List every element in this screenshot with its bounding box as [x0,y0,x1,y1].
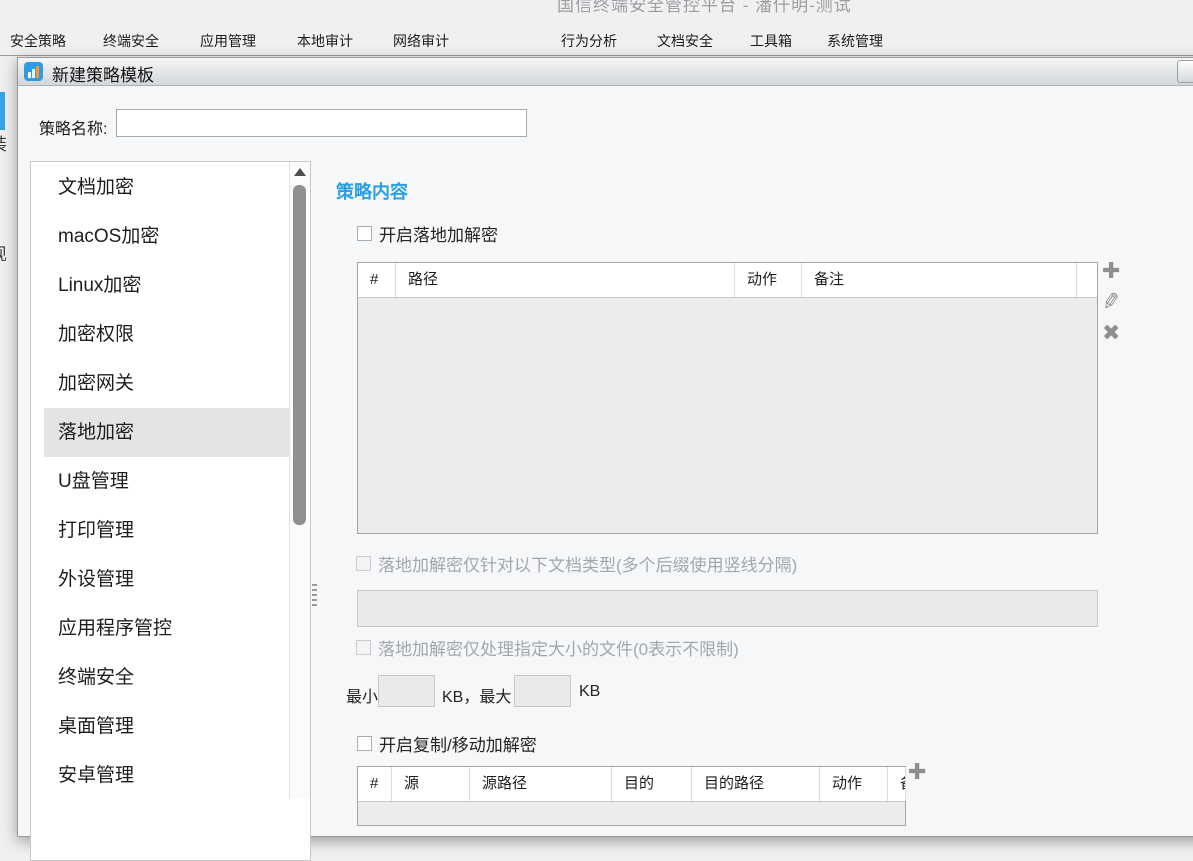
copymove-rules-table: #源源路径目的目的路径动作备注 [357,766,906,826]
column-header-3: 动作 [735,263,802,297]
screen: { "window": { "title": "国信终端安全管控平台 - 潘仟明… [0,0,1193,798]
table-header-row: #路径动作备注 [358,263,1097,298]
delete-icon[interactable] [1102,322,1128,348]
min-size-label: 最小 [346,683,378,707]
column-header-4: 目的 [612,767,692,801]
dialog-titlebar-button[interactable] [1177,60,1193,83]
min-size-input [378,675,435,707]
column-header-2: 源 [392,767,470,801]
checkbox-box [357,226,372,241]
sidebar-item-13[interactable]: 安卓管理 [44,751,301,800]
menu-item-3[interactable]: 应用管理 [200,31,256,51]
sidebar-item-7[interactable]: U盘管理 [44,457,301,506]
splitter-grip[interactable] [312,584,317,608]
sidebar-item-4[interactable]: 加密权限 [44,310,301,359]
sidebar-item-10[interactable]: 应用程序管控 [44,604,301,653]
checkbox-box [357,736,372,751]
background-blue-fragment [0,92,5,130]
policy-category-list: 文档加密macOS加密Linux加密加密权限加密网关落地加密U盘管理打印管理外设… [30,161,311,861]
column-header-6: 动作 [820,767,888,801]
sidebar-item-12[interactable]: 桌面管理 [44,702,301,751]
column-header-4: 备注 [802,263,1077,297]
policy-content-heading: 策略内容 [336,178,408,204]
dialog-title: 新建策略模板 [52,61,154,86]
column-header-1: # [358,263,396,297]
sidebar-item-11[interactable]: 终端安全 [44,653,301,702]
checkbox-label: 开启落地加解密 [379,221,498,246]
checkbox-box [356,556,371,571]
background-text-fragment-1: 装 [0,130,9,152]
window-title: 国信终端安全管控平台 - 潘仟明-测试 [557,0,852,16]
sidebar-scrollbar[interactable] [289,162,310,798]
menu-item-8[interactable]: 工具箱 [750,31,792,51]
column-header-3: 源路径 [470,767,612,801]
checkbox-size-filter: 落地加解密仅处理指定大小的文件(0表示不限制) [356,634,739,660]
sidebar-item-3[interactable]: Linux加密 [44,261,301,310]
add-icon[interactable] [908,761,934,787]
menu-item-2[interactable]: 终端安全 [103,31,159,51]
policy-name-label: 策略名称: [39,115,107,139]
column-header-filler [1077,263,1097,297]
menu-item-9[interactable]: 系统管理 [827,31,883,51]
column-header-2: 路径 [396,263,735,297]
menu-item-5[interactable]: 网络审计 [393,31,449,51]
dialog-title-bar: 新建策略模板 [18,58,1193,86]
column-header-5: 目的路径 [692,767,820,801]
checkbox-enable-copymove-encryption[interactable]: 开启复制/移动加解密 [357,730,537,756]
add-icon[interactable] [1102,260,1128,286]
menu-item-4[interactable]: 本地审计 [297,31,353,51]
sidebar-item-8[interactable]: 打印管理 [44,506,301,555]
sidebar-item-2[interactable]: macOS加密 [44,212,301,261]
column-header-1: # [358,767,392,801]
menu-item-1[interactable]: 安全策略 [10,31,66,51]
new-policy-template-dialog: 新建策略模板 策略名称: 文档加密macOS加密Linux加密加密权限加密网关落… [17,57,1193,837]
policy-name-input[interactable] [116,109,527,137]
edit-icon[interactable] [1102,291,1128,317]
checkbox-box [356,640,371,655]
menu-item-6[interactable]: 行为分析 [561,31,617,51]
menu-underline [0,55,1193,56]
max-size-input [514,675,571,707]
table-header-row: #源源路径目的目的路径动作备注 [358,767,905,802]
kb-suffix-label: KB [579,683,600,701]
scroll-up-icon[interactable] [294,168,306,176]
between-label: KB，最大 [442,683,511,707]
checkbox-label: 落地加解密仅处理指定大小的文件(0表示不限制) [378,635,739,660]
checkbox-label: 落地加解密仅针对以下文档类型(多个后缀使用竖线分隔) [378,551,797,576]
checkbox-doctype-filter: 落地加解密仅针对以下文档类型(多个后缀使用竖线分隔) [356,550,797,576]
menu-item-7[interactable]: 文档安全 [657,31,713,51]
doctype-input [357,590,1098,627]
sidebar-item-9[interactable]: 外设管理 [44,555,301,604]
sidebar-item-6[interactable]: 落地加密 [44,408,301,457]
checkbox-enable-landing-encryption[interactable]: 开启落地加解密 [357,220,498,246]
sidebar-item-1[interactable]: 文档加密 [44,163,301,212]
background-text-fragment-2: 现 [0,240,9,262]
column-header-7: 备注 [888,767,906,801]
landing-paths-table: #路径动作备注 [357,262,1098,534]
checkbox-label: 开启复制/移动加解密 [379,731,537,756]
sidebar-item-5[interactable]: 加密网关 [44,359,301,408]
scrollbar-thumb[interactable] [293,185,306,525]
policy-template-icon [24,62,43,81]
